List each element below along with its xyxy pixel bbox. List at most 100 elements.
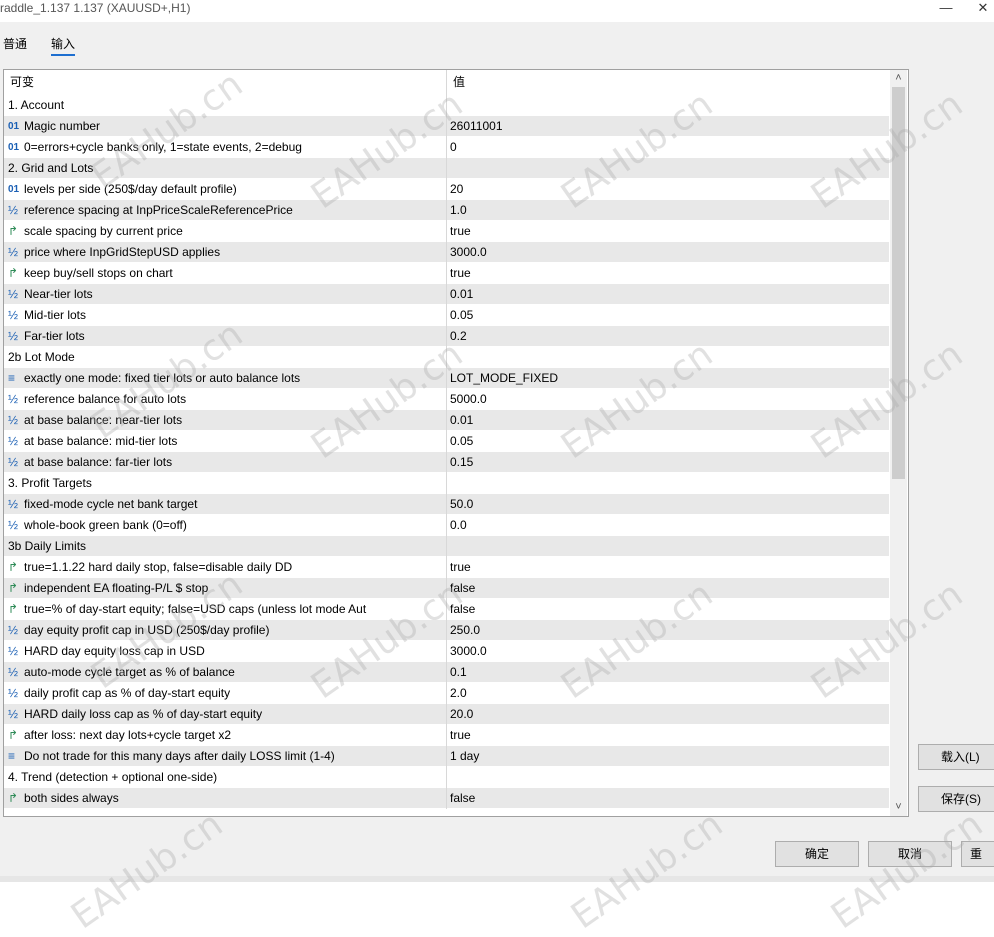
param-value[interactable]: 0.01 bbox=[450, 410, 880, 431]
ok-button[interactable]: 确定 bbox=[775, 841, 859, 867]
param-row[interactable]: ½ at base balance: far-tier lots 0.15 bbox=[4, 452, 889, 473]
param-row[interactable]: ≡ Do not trade for this many days after d… bbox=[4, 746, 889, 767]
param-value[interactable]: 0.01 bbox=[450, 284, 880, 305]
row-label: HARD day equity loss cap in USD bbox=[24, 644, 205, 658]
param-row[interactable]: ½ Far-tier lots 0.2 bbox=[4, 326, 889, 347]
group-title: 1. Account bbox=[8, 95, 450, 116]
param-value[interactable]: 0.1 bbox=[450, 662, 880, 683]
param-row[interactable]: ↱ scale spacing by current price true bbox=[4, 221, 889, 242]
reset-button[interactable]: 重 bbox=[961, 841, 994, 867]
param-row[interactable]: ½ HARD day equity loss cap in USD 3000.0 bbox=[4, 641, 889, 662]
param-name: ↱ after loss: next day lots+cycle target … bbox=[8, 725, 450, 746]
param-value[interactable]: true bbox=[450, 725, 880, 746]
param-row[interactable]: ½ reference spacing at InpPriceScaleRefer… bbox=[4, 200, 889, 221]
cell-divider bbox=[446, 179, 447, 200]
tab-inputs[interactable]: 输入 bbox=[51, 35, 76, 56]
param-value[interactable]: true bbox=[450, 557, 880, 578]
param-row[interactable]: ½ auto-mode cycle target as % of balance 0… bbox=[4, 662, 889, 683]
cell-divider bbox=[446, 263, 447, 284]
group-row[interactable]: 4. Trend (detection + optional one-side) bbox=[4, 767, 889, 788]
param-value[interactable]: 1.0 bbox=[450, 200, 880, 221]
param-row[interactable]: ½ day equity profit cap in USD (250$/day … bbox=[4, 620, 889, 641]
param-row[interactable]: ½ at base balance: mid-tier lots 0.05 bbox=[4, 431, 889, 452]
save-button[interactable]: 保存(S) bbox=[918, 786, 994, 812]
param-value[interactable]: 20.0 bbox=[450, 704, 880, 725]
double-type-icon: ½ bbox=[8, 245, 19, 259]
param-value[interactable]: 0.2 bbox=[450, 326, 880, 347]
header-area bbox=[0, 22, 994, 62]
column-header-value[interactable]: 值 bbox=[453, 70, 465, 95]
scroll-up-icon[interactable]: ˄ bbox=[890, 70, 907, 87]
param-row[interactable]: ↱ independent EA floating-P/L $ stop false bbox=[4, 578, 889, 599]
param-name: ↱ true=1.1.22 hard daily stop, false=disa… bbox=[8, 557, 450, 578]
param-value[interactable]: 0.15 bbox=[450, 452, 880, 473]
group-row[interactable]: 2. Grid and Lots bbox=[4, 158, 889, 179]
param-row[interactable]: 01 0=errors+cycle banks only, 1=state eve… bbox=[4, 137, 889, 158]
group-value[interactable] bbox=[450, 95, 880, 116]
cell-divider bbox=[446, 200, 447, 221]
group-row[interactable]: 2b Lot Mode bbox=[4, 347, 889, 368]
group-row[interactable]: 1. Account bbox=[4, 95, 889, 116]
param-row[interactable]: ↱ true=% of day-start equity; false=USD c… bbox=[4, 599, 889, 620]
minimize-icon[interactable]: — bbox=[931, 0, 961, 18]
group-value[interactable] bbox=[450, 536, 880, 557]
param-value[interactable]: 0.05 bbox=[450, 431, 880, 452]
load-button[interactable]: 载入(L) bbox=[918, 744, 994, 770]
param-row[interactable]: ½ Mid-tier lots 0.05 bbox=[4, 305, 889, 326]
param-value[interactable]: 0 bbox=[450, 137, 880, 158]
column-divider[interactable] bbox=[446, 70, 447, 95]
group-value[interactable] bbox=[450, 158, 880, 179]
param-row[interactable]: ½ daily profit cap as % of day-start equi… bbox=[4, 683, 889, 704]
param-value[interactable]: false bbox=[450, 599, 880, 620]
param-row[interactable]: ½ HARD daily loss cap as % of day-start e… bbox=[4, 704, 889, 725]
param-row[interactable]: ↱ true=1.1.22 hard daily stop, false=disa… bbox=[4, 557, 889, 578]
param-value[interactable]: LOT_MODE_FIXED bbox=[450, 368, 880, 389]
param-value[interactable]: false bbox=[450, 788, 880, 809]
scroll-down-icon[interactable]: ˅ bbox=[890, 799, 907, 816]
param-value[interactable]: 3000.0 bbox=[450, 242, 880, 263]
param-value[interactable]: 20 bbox=[450, 179, 880, 200]
param-row[interactable]: 01 Magic number 26011001 bbox=[4, 116, 889, 137]
tab-general[interactable]: 普通 bbox=[3, 35, 27, 52]
param-row[interactable]: ½ Near-tier lots 0.01 bbox=[4, 284, 889, 305]
param-name: ½ Near-tier lots bbox=[8, 284, 450, 305]
param-row[interactable]: ↱ both sides always false bbox=[4, 788, 889, 809]
param-value[interactable]: 250.0 bbox=[450, 620, 880, 641]
param-value[interactable]: 3000.0 bbox=[450, 641, 880, 662]
param-row[interactable]: ↱ keep buy/sell stops on chart true bbox=[4, 263, 889, 284]
param-row[interactable]: ½ whole-book green bank (0=off) 0.0 bbox=[4, 515, 889, 536]
param-value[interactable]: true bbox=[450, 221, 880, 242]
param-value[interactable]: true bbox=[450, 263, 880, 284]
param-value[interactable]: 0.0 bbox=[450, 515, 880, 536]
group-value[interactable] bbox=[450, 473, 880, 494]
row-label: 2b Lot Mode bbox=[8, 350, 75, 364]
param-row[interactable]: ½ price where InpGridStepUSD applies 3000.… bbox=[4, 242, 889, 263]
row-label: HARD daily loss cap as % of day-start eq… bbox=[24, 707, 263, 721]
cancel-button[interactable]: 取消 bbox=[868, 841, 952, 867]
param-row[interactable]: ↱ after loss: next day lots+cycle target … bbox=[4, 725, 889, 746]
group-value[interactable] bbox=[450, 767, 880, 788]
param-row[interactable]: 01 levels per side (250$/day default prof… bbox=[4, 179, 889, 200]
param-value[interactable]: false bbox=[450, 578, 880, 599]
integer-type-icon: 01 bbox=[8, 121, 20, 132]
group-value[interactable] bbox=[450, 347, 880, 368]
group-row[interactable]: 3. Profit Targets bbox=[4, 473, 889, 494]
group-row[interactable]: 3b Daily Limits bbox=[4, 536, 889, 557]
param-name: ≡ exactly one mode: fixed tier lots or au… bbox=[8, 368, 450, 389]
close-icon[interactable]: ✕ bbox=[968, 0, 994, 18]
param-row[interactable]: ≡ exactly one mode: fixed tier lots or au… bbox=[4, 368, 889, 389]
param-row[interactable]: ½ at base balance: near-tier lots 0.01 bbox=[4, 410, 889, 431]
param-value[interactable]: 50.0 bbox=[450, 494, 880, 515]
param-value[interactable]: 26011001 bbox=[450, 116, 880, 137]
row-label: both sides always bbox=[24, 791, 119, 805]
cell-divider bbox=[446, 95, 447, 116]
vertical-scrollbar[interactable]: ˄ ˅ bbox=[890, 70, 907, 816]
param-value[interactable]: 2.0 bbox=[450, 683, 880, 704]
param-row[interactable]: ½ fixed-mode cycle net bank target 50.0 bbox=[4, 494, 889, 515]
column-header-variable[interactable]: 可变 bbox=[10, 70, 34, 95]
param-value[interactable]: 1 day bbox=[450, 746, 880, 767]
param-value[interactable]: 0.05 bbox=[450, 305, 880, 326]
param-row[interactable]: ½ reference balance for auto lots 5000.0 bbox=[4, 389, 889, 410]
scrollbar-thumb[interactable] bbox=[892, 87, 905, 479]
param-value[interactable]: 5000.0 bbox=[450, 389, 880, 410]
